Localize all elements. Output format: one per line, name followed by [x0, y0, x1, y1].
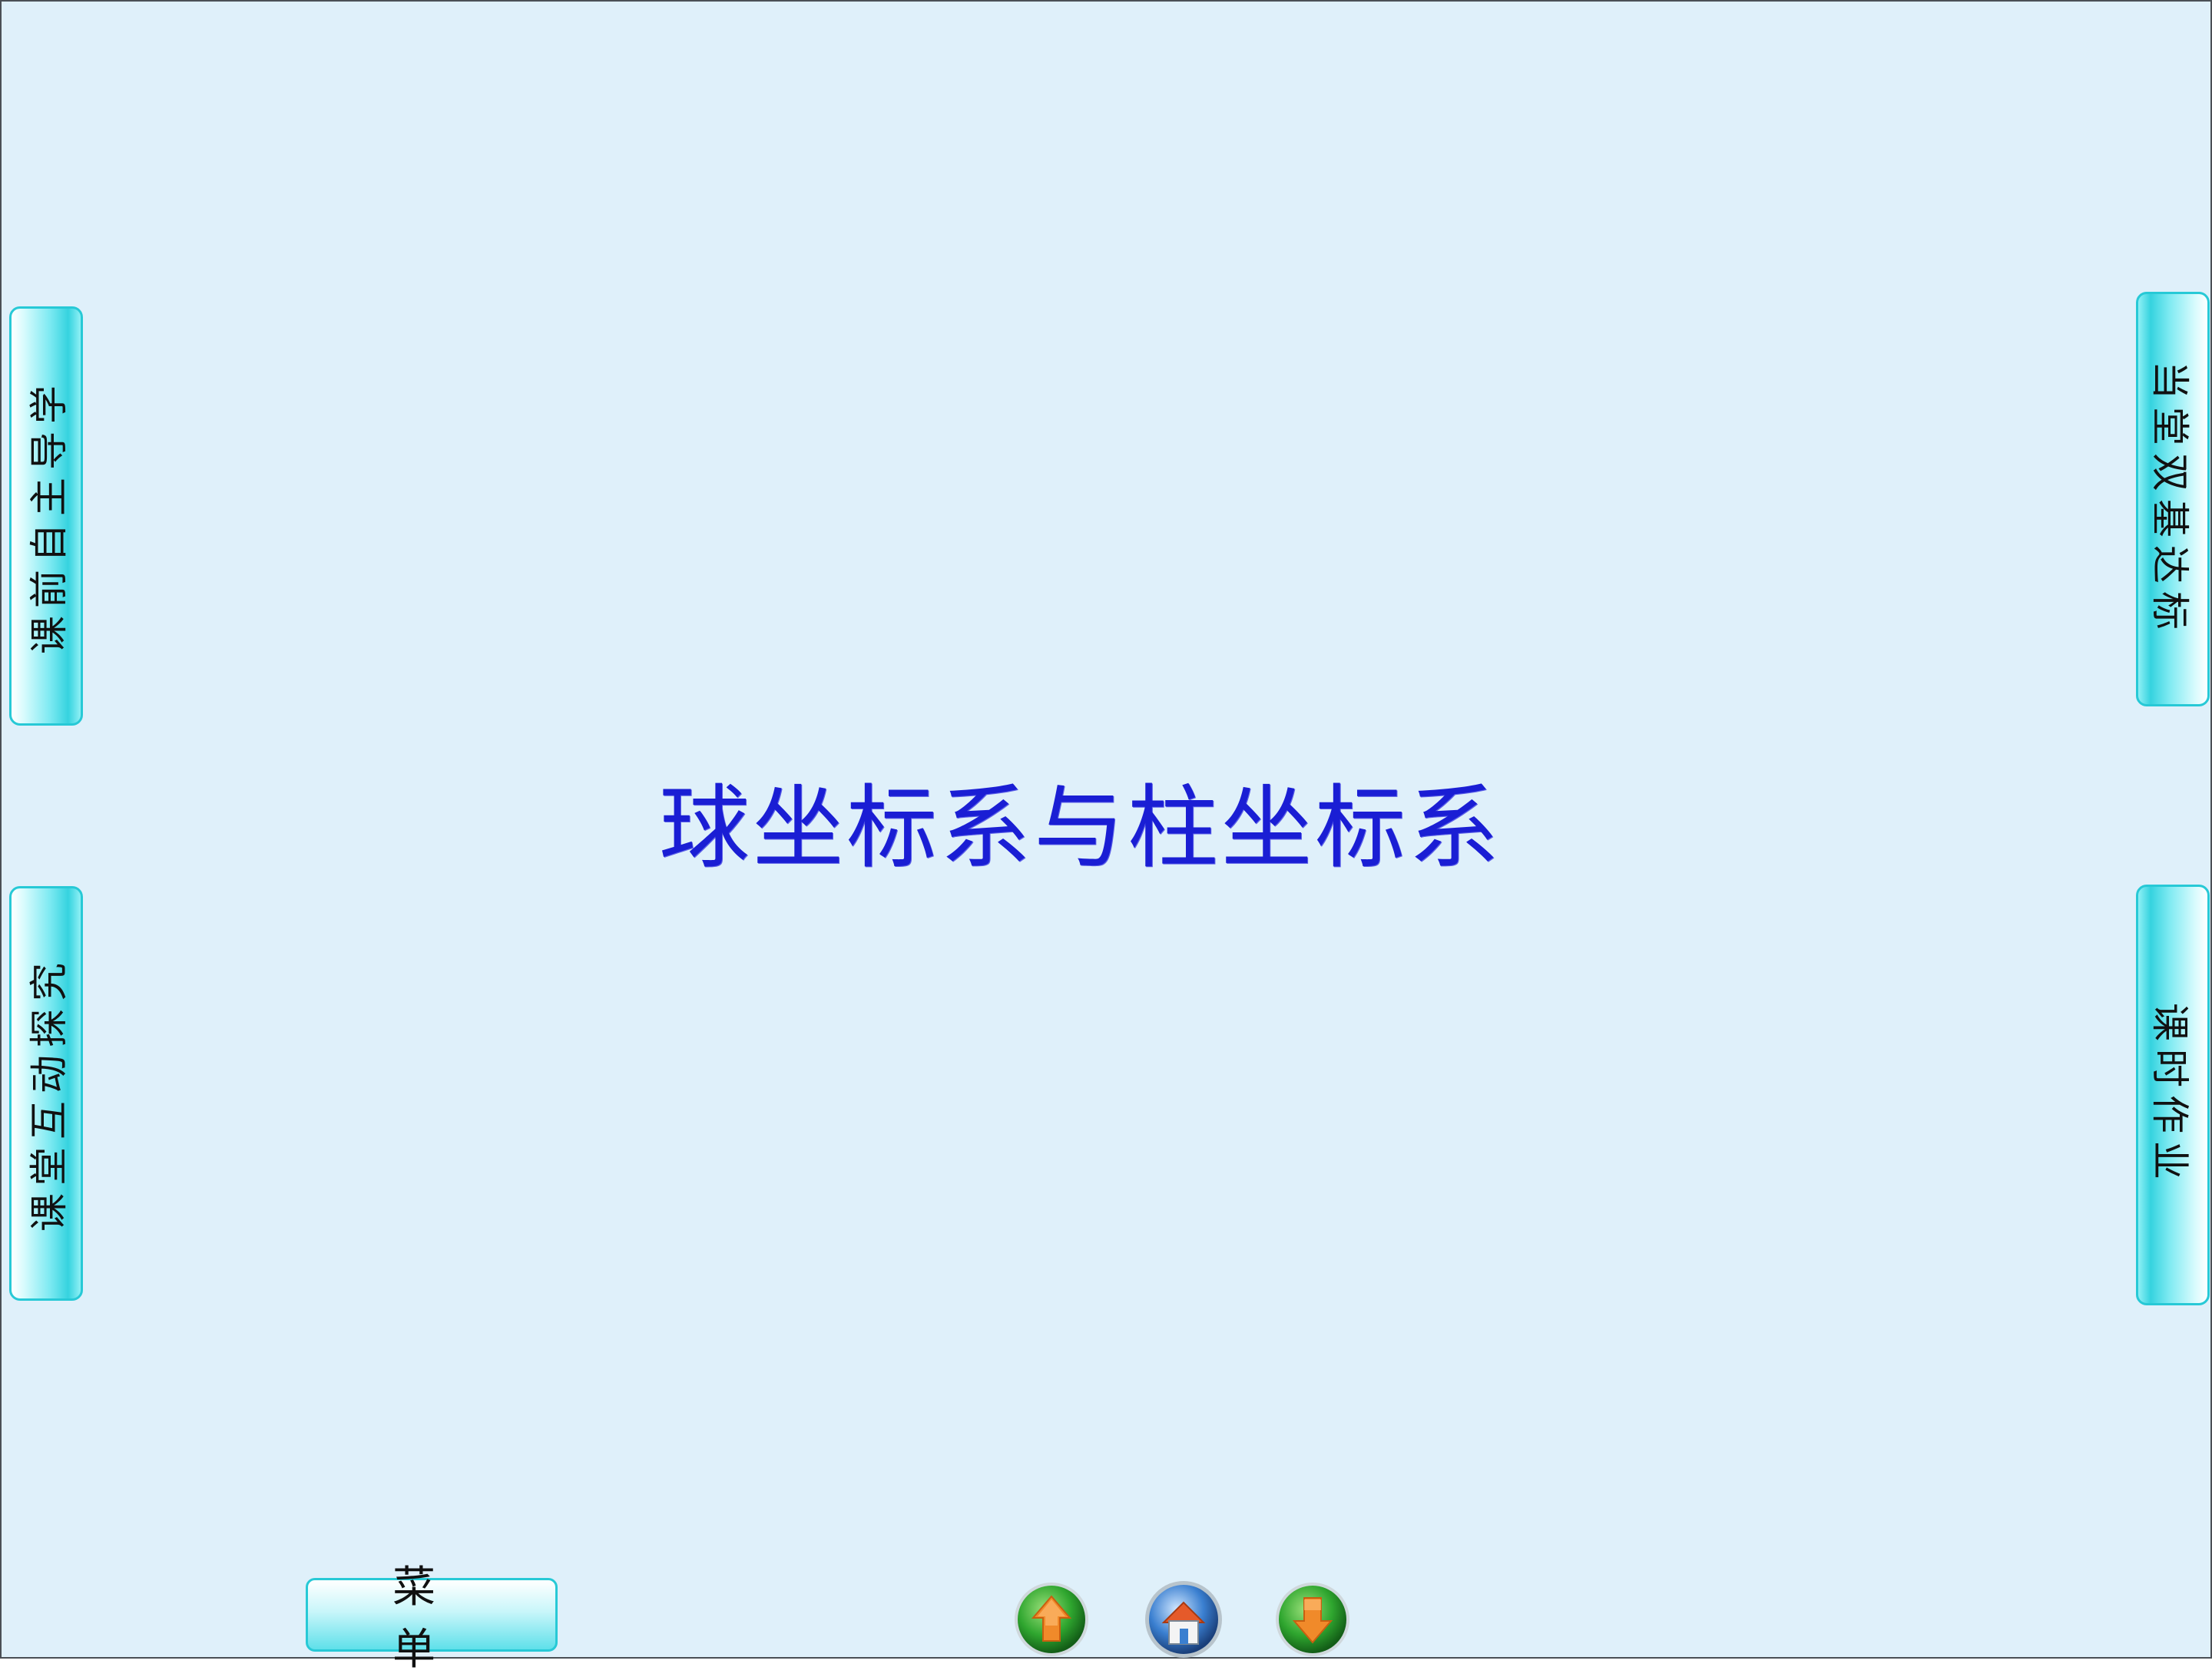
slide-title-container: 球坐标系与柱坐标系: [2, 754, 2075, 885]
tab-in-class-basics-check-label: 当堂双基达标: [2147, 361, 2192, 637]
tab-class-interactive-inquiry[interactable]: 课堂互动探究: [9, 886, 83, 1301]
arrow-down-icon: [1276, 1583, 1349, 1656]
tab-pre-class-self-study-label: 课前自主导学: [27, 378, 71, 654]
tab-pre-class-self-study[interactable]: 课前自主导学: [9, 306, 83, 726]
tab-class-homework-label: 课时作业: [2147, 1003, 2192, 1187]
tab-in-class-basics-check[interactable]: 当堂双基达标: [2136, 292, 2210, 706]
slide: 课前自主导学 课堂互动探究 当堂双基达标 课时作业 球坐标系与柱坐标系 菜单: [0, 0, 2212, 1675]
previous-slide-button[interactable]: [1012, 1579, 1091, 1659]
next-slide-button[interactable]: [1273, 1579, 1353, 1659]
home-icon: [1145, 1581, 1222, 1658]
home-button[interactable]: [1141, 1579, 1222, 1659]
tab-class-homework[interactable]: 课时作业: [2136, 885, 2210, 1305]
menu-button[interactable]: 菜单: [306, 1563, 558, 1675]
tab-class-interactive-inquiry-label: 课堂互动探究: [27, 955, 71, 1232]
arrow-up-icon: [1015, 1583, 1088, 1656]
slide-title: 球坐标系与柱坐标系: [658, 775, 1502, 881]
